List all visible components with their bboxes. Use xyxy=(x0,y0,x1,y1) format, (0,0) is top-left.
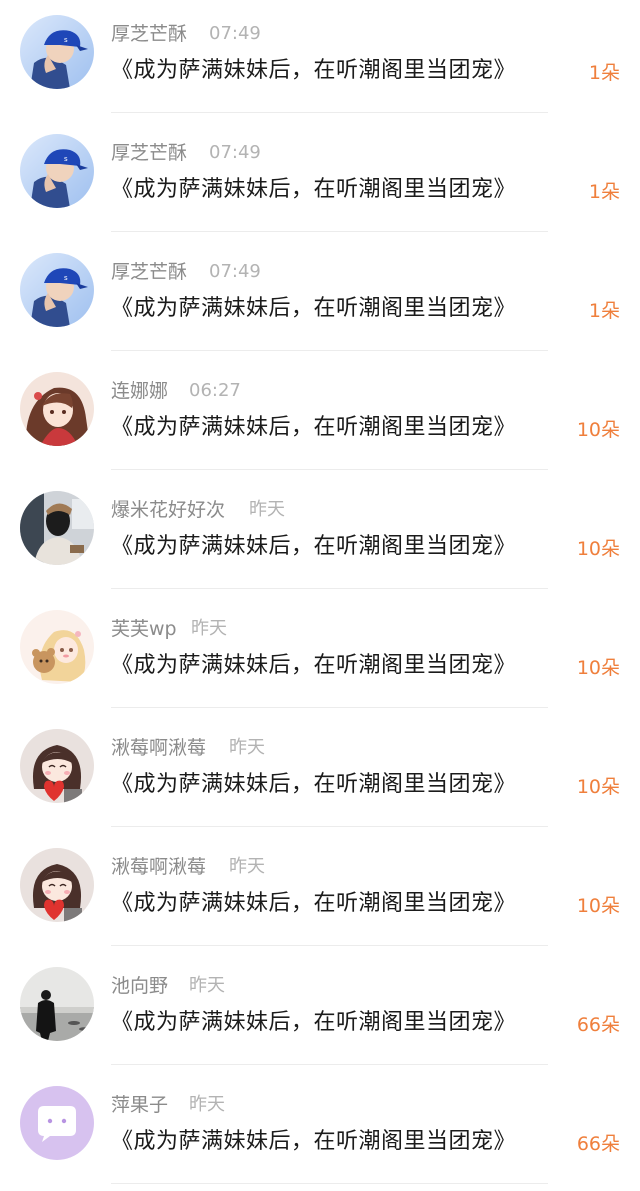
divider xyxy=(111,1064,548,1065)
user-name[interactable]: 萍果子 xyxy=(111,1091,168,1119)
list-item[interactable]: 连娜娜 06:27 《成为萨满妹妹后，在听潮阁里当团宠》 10朵 xyxy=(0,357,640,476)
list-item[interactable]: 湫莓啊湫莓 昨天《成为萨满妹妹后，在听潮阁里当团宠》 10朵 xyxy=(0,714,640,833)
flower-count: 1朵 xyxy=(588,300,620,322)
flower-count: 1朵 xyxy=(588,62,620,84)
book-title: 《成为萨满妹妹后，在听潮阁里当团宠》 xyxy=(111,177,517,202)
svg-text:s: s xyxy=(64,274,68,282)
timestamp: 07:49 xyxy=(209,142,261,163)
svg-text:s: s xyxy=(64,155,68,163)
timestamp: 昨天 xyxy=(249,499,285,520)
divider xyxy=(111,469,548,470)
anime-girl-avatar[interactable] xyxy=(20,372,94,446)
bear-girl-avatar[interactable] xyxy=(20,610,94,684)
timestamp: 昨天 xyxy=(191,618,227,639)
list-item[interactable]: s 厚芝芒酥 07:49 《成为萨满妹妹后，在听潮阁里当团宠》 1朵 xyxy=(0,238,640,357)
user-name[interactable]: 连娜娜 xyxy=(111,377,168,405)
svg-text:s: s xyxy=(64,36,68,44)
divider xyxy=(111,350,548,351)
list-item[interactable]: 池向野 昨天《成为萨满妹妹后，在听潮阁里当团宠》 66朵 xyxy=(0,952,640,1071)
heart-girl-avatar[interactable] xyxy=(20,848,94,922)
book-title: 《成为萨满妹妹后，在听潮阁里当团宠》 xyxy=(111,415,517,440)
list-item[interactable]: 萍果子 昨天《成为萨满妹妹后，在听潮阁里当团宠》 66朵 xyxy=(0,1071,640,1190)
user-name[interactable]: 湫莓啊湫莓 xyxy=(111,734,206,762)
book-title: 《成为萨满妹妹后，在听潮阁里当团宠》 xyxy=(111,1129,517,1154)
list-item[interactable]: 爆米花好好次 昨天《成为萨满妹妹后，在听潮阁里当团宠》 10朵 xyxy=(0,476,640,595)
list-item[interactable]: s 厚芝芒酥 07:49 《成为萨满妹妹后，在听潮阁里当团宠》 1朵 xyxy=(0,119,640,238)
flower-count: 10朵 xyxy=(576,419,620,441)
timestamp: 昨天 xyxy=(189,1094,225,1115)
user-name[interactable]: 爆米花好好次 xyxy=(111,496,225,524)
timestamp: 07:49 xyxy=(209,23,261,44)
flower-count: 66朵 xyxy=(576,1014,620,1036)
flower-count: 10朵 xyxy=(576,895,620,917)
divider xyxy=(111,1183,548,1184)
user-name[interactable]: 厚芝芒酥 xyxy=(111,20,187,48)
user-name[interactable]: 池向野 xyxy=(111,972,168,1000)
user-name[interactable]: 湫莓啊湫莓 xyxy=(111,853,206,881)
flower-count: 10朵 xyxy=(576,538,620,560)
timestamp: 06:27 xyxy=(189,380,241,401)
flower-count: 66朵 xyxy=(576,1133,620,1155)
chat-bubble-avatar[interactable] xyxy=(20,1086,94,1160)
flower-count: 1朵 xyxy=(588,181,620,203)
book-title: 《成为萨满妹妹后，在听潮阁里当团宠》 xyxy=(111,534,517,559)
book-title: 《成为萨满妹妹后，在听潮阁里当团宠》 xyxy=(111,653,517,678)
timestamp: 昨天 xyxy=(229,856,265,877)
list-item[interactable]: 湫莓啊湫莓 昨天《成为萨满妹妹后，在听潮阁里当团宠》 10朵 xyxy=(0,833,640,952)
user-name[interactable]: 厚芝芒酥 xyxy=(111,139,187,167)
blue-cap-user-avatar[interactable]: s xyxy=(20,15,94,89)
divider xyxy=(111,231,548,232)
divider xyxy=(111,826,548,827)
user-name[interactable]: 芙芙wp xyxy=(111,615,177,643)
divider xyxy=(111,112,548,113)
blue-cap-user-avatar[interactable]: s xyxy=(20,134,94,208)
gift-record-list: s 厚芝芒酥 07:49 《成为萨满妹妹后，在听潮阁里当团宠》 1朵 s 厚芝芒酥 07… xyxy=(0,0,640,1191)
heart-girl-avatar[interactable] xyxy=(20,729,94,803)
book-title: 《成为萨满妹妹后，在听潮阁里当团宠》 xyxy=(111,772,517,797)
book-title: 《成为萨满妹妹后，在听潮阁里当团宠》 xyxy=(111,58,517,83)
book-title: 《成为萨满妹妹后，在听潮阁里当团宠》 xyxy=(111,891,517,916)
timestamp: 昨天 xyxy=(229,737,265,758)
blue-cap-user-avatar[interactable]: s xyxy=(20,253,94,327)
divider xyxy=(111,707,548,708)
book-title: 《成为萨满妹妹后，在听潮阁里当团宠》 xyxy=(111,1010,517,1035)
list-item[interactable]: s 厚芝芒酥 07:49 《成为萨满妹妹后，在听潮阁里当团宠》 1朵 xyxy=(0,0,640,119)
masked-man-avatar[interactable] xyxy=(20,491,94,565)
divider xyxy=(111,945,548,946)
timestamp: 昨天 xyxy=(189,975,225,996)
list-item[interactable]: 芙芙wp 昨天《成为萨满妹妹后，在听潮阁里当团宠》 10朵 xyxy=(0,595,640,714)
timestamp: 07:49 xyxy=(209,261,261,282)
beach-silhouette-avatar[interactable] xyxy=(20,967,94,1041)
flower-count: 10朵 xyxy=(576,657,620,679)
divider xyxy=(111,588,548,589)
user-name[interactable]: 厚芝芒酥 xyxy=(111,258,187,286)
book-title: 《成为萨满妹妹后，在听潮阁里当团宠》 xyxy=(111,296,517,321)
flower-count: 10朵 xyxy=(576,776,620,798)
